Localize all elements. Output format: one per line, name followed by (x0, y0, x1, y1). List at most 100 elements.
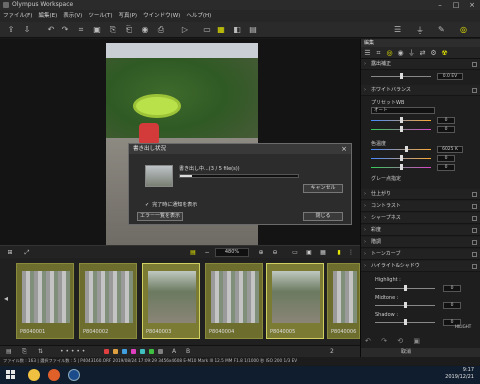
thumbnail[interactable]: P8040002 (79, 263, 137, 339)
prev-page-icon[interactable]: ◂ (4, 294, 8, 303)
thumbnail[interactable]: P8040006 (327, 263, 360, 339)
maximize-icon[interactable]: □ (448, 0, 464, 10)
color-label-pink[interactable] (131, 349, 136, 354)
color-label-gray[interactable] (158, 349, 163, 354)
histogram-icon[interactable]: ▮ (334, 248, 344, 257)
ct-slider-1-knob[interactable] (400, 155, 403, 161)
cancel-button[interactable]: キャンセル (303, 184, 343, 193)
tab-basic-icon[interactable]: ☰ (363, 49, 372, 57)
redo-icon[interactable]: ↷ (381, 337, 387, 345)
zoom-out-icon[interactable]: − (202, 248, 212, 257)
tab-crop-icon[interactable]: ⌗ (374, 49, 383, 57)
sharpness-section[interactable]: シャープネス (361, 213, 480, 224)
sharpness-checkbox[interactable] (472, 216, 477, 221)
ct-slider-2-knob[interactable] (400, 164, 403, 170)
exposure-slider-knob[interactable] (400, 73, 403, 79)
tone-curve-section[interactable]: トーンカーブ (361, 249, 480, 260)
close-button[interactable]: 閉じる (303, 212, 343, 221)
close-icon[interactable]: × (464, 0, 480, 10)
rating-dots-icon[interactable]: • • • • • (60, 348, 85, 356)
save-icon[interactable]: ▣ (413, 337, 420, 345)
filter-icon[interactable]: ⏚ (416, 25, 424, 36)
wb-value-1[interactable]: 0 (437, 117, 455, 124)
thumbnail[interactable]: P8040005 (266, 263, 324, 339)
color-label-red[interactable] (104, 349, 109, 354)
tab-eye-icon[interactable]: ◉ (396, 49, 405, 57)
gradation-section[interactable]: 階調 (361, 237, 480, 248)
color-label-green[interactable] (149, 349, 154, 354)
camera-icon[interactable]: ◉ (138, 25, 152, 35)
fit-icon[interactable]: ⤢ (22, 248, 32, 257)
ct-value-2[interactable]: 0 (437, 164, 455, 171)
menu-more-icon[interactable]: ⋮ (346, 248, 356, 257)
zoom-level-field[interactable]: 480% (215, 248, 249, 257)
slideshow-icon[interactable]: ▷ (178, 25, 192, 35)
color-temp-knob[interactable] (405, 146, 408, 152)
midtone-knob[interactable] (404, 302, 407, 308)
compare-icon[interactable]: ▣ (90, 25, 104, 35)
olympus-workspace-icon[interactable] (68, 369, 80, 381)
highlight-field[interactable]: 0 (443, 285, 461, 292)
menu-view[interactable]: 表示(V) (63, 10, 82, 22)
menu-photo[interactable]: 写真(P) (118, 10, 137, 22)
notify-checkbox[interactable]: ✓ 完了時に通知を表示 (145, 201, 197, 208)
sort-icon[interactable]: ⇅ (38, 348, 43, 356)
midtone-field[interactable]: 0 (443, 302, 461, 309)
panel-footer[interactable]: 取消 (361, 348, 480, 357)
menu-help[interactable]: ヘルプ(H) (186, 10, 211, 22)
thumbnail[interactable]: P8040004 (205, 263, 263, 339)
view-map-icon[interactable]: ▤ (246, 25, 260, 35)
contrast-section[interactable]: コントラスト (361, 201, 480, 212)
color-temp-slider[interactable] (371, 149, 431, 150)
view-compare-icon[interactable]: ◧ (230, 25, 244, 35)
info-icon[interactable]: ◎ (460, 25, 467, 34)
exposure-section[interactable]: 露出補正 (361, 59, 480, 70)
undo-icon[interactable]: ↶ (365, 337, 371, 345)
exposure-value-field[interactable]: 0.0 EV (437, 73, 463, 80)
label-b-icon[interactable]: B (186, 348, 190, 356)
tab-hazard-icon[interactable]: ☢ (440, 49, 449, 57)
single-view-icon[interactable]: ▤ (188, 248, 198, 257)
saturation-section[interactable]: 彩度 (361, 225, 480, 236)
wb-slider-1-knob[interactable] (400, 117, 403, 123)
file-explorer-icon[interactable] (28, 369, 40, 381)
copy-settings-icon[interactable]: ⎘ (106, 25, 120, 35)
color-label-orange[interactable] (113, 349, 118, 354)
copy-icon[interactable]: ⎘ (22, 348, 27, 356)
menu-window[interactable]: ウインドウ(W) (143, 10, 180, 22)
paste-settings-icon[interactable]: ⎗ (122, 25, 136, 35)
windows-start-icon[interactable] (6, 370, 16, 380)
highlight-shadow-checkbox[interactable] (472, 264, 477, 269)
wb-value-2[interactable]: 0 (437, 126, 455, 133)
rotate-right-icon[interactable]: ↷ (58, 25, 72, 35)
firefox-icon[interactable] (48, 369, 60, 381)
label-a-icon[interactable]: A (172, 348, 176, 356)
tone-curve-checkbox[interactable] (472, 252, 477, 257)
dialog-close-icon[interactable]: × (341, 144, 347, 154)
wb-slider-2-knob[interactable] (400, 126, 403, 132)
menu-edit[interactable]: 編集(E) (38, 10, 57, 22)
exposure-checkbox[interactable] (472, 62, 477, 67)
zoom-fit-icon[interactable]: ⊖ (270, 248, 280, 257)
zoom-in-icon[interactable]: ⊕ (256, 248, 266, 257)
white-balance-checkbox[interactable] (472, 88, 477, 93)
tab-filter-icon[interactable]: ⏚ (407, 49, 416, 57)
thumbnail[interactable]: P8040003 (142, 263, 200, 339)
grid-icon[interactable]: ⊞ (5, 248, 15, 257)
tab-color-icon[interactable]: ◎ (385, 49, 394, 57)
white-balance-section[interactable]: ホワイトバランス (361, 85, 480, 96)
grid-overlay-icon[interactable]: ▦ (318, 248, 328, 257)
color-temp-field[interactable]: 6025 K (437, 146, 463, 153)
wb-mode-select[interactable]: オート (371, 107, 435, 114)
print-icon[interactable]: ⎙ (154, 25, 168, 35)
contrast-checkbox[interactable] (472, 204, 477, 209)
import-icon[interactable]: ⇪ (4, 25, 18, 35)
highlight-shadow-section[interactable]: ハイライト&シャドウ (361, 261, 480, 272)
finish-checkbox[interactable] (472, 192, 477, 197)
view-grid-icon[interactable]: ▦ (214, 25, 228, 35)
finish-section[interactable]: 仕上がり (361, 189, 480, 200)
saturation-checkbox[interactable] (472, 228, 477, 233)
overlay-icon[interactable]: ▣ (304, 248, 314, 257)
list-view-icon[interactable]: ▤ (6, 348, 12, 356)
shadow-knob[interactable] (404, 319, 407, 325)
